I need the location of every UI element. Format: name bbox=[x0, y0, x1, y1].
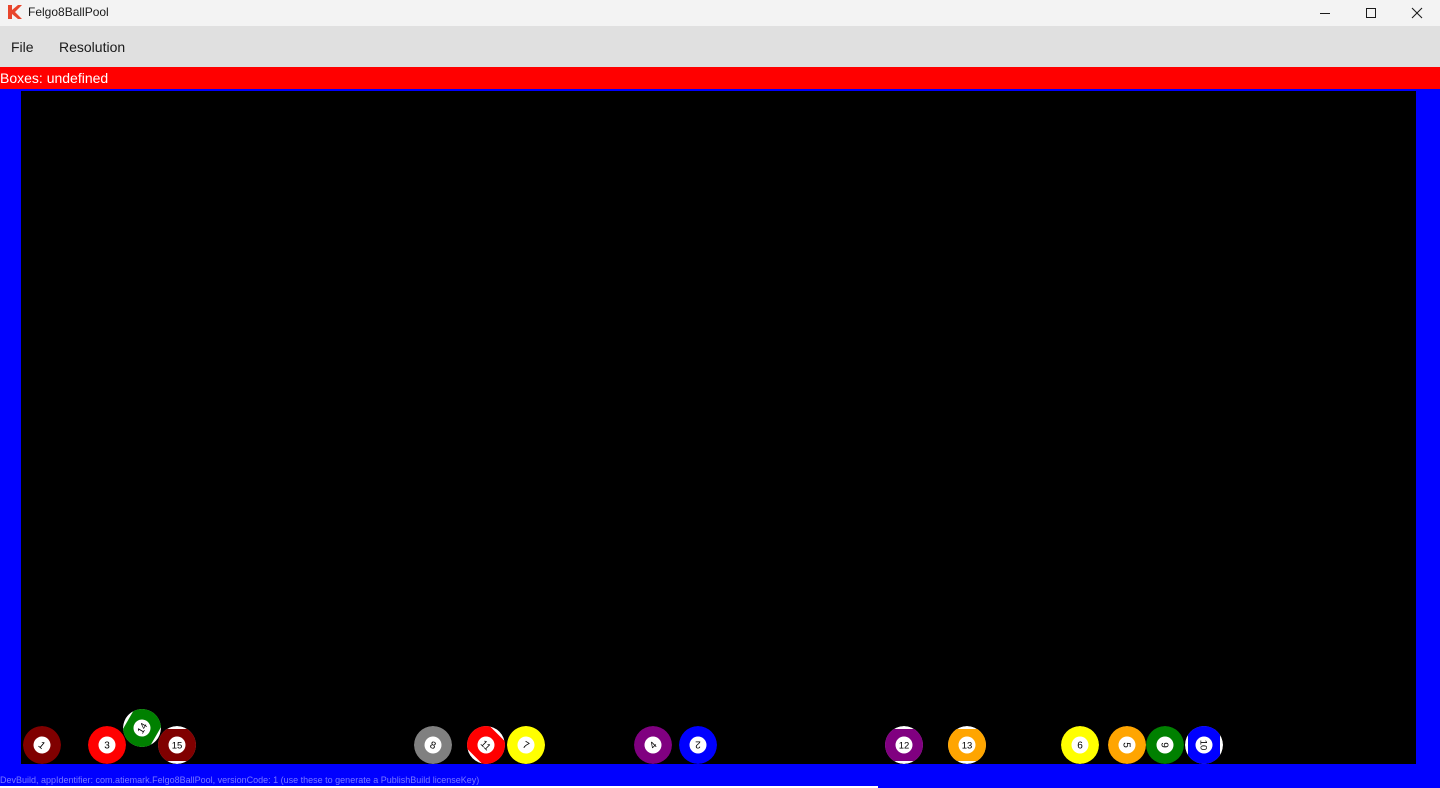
pool-ball-2[interactable]: 2 bbox=[679, 726, 717, 764]
maximize-icon bbox=[1366, 8, 1376, 18]
pool-ball-number: 2 bbox=[695, 739, 701, 750]
pool-ball-number: 6 bbox=[1077, 741, 1083, 752]
menu-resolution[interactable]: Resolution bbox=[59, 39, 125, 55]
pool-ball-5[interactable]: 5 bbox=[1108, 726, 1146, 764]
pool-ball-11[interactable]: 11 bbox=[467, 726, 505, 764]
pool-ball-number: 5 bbox=[1121, 742, 1132, 748]
pool-ball-15[interactable]: 15 bbox=[158, 726, 196, 764]
pool-ball-7[interactable]: 7 bbox=[507, 726, 545, 764]
pool-ball-number: 10 bbox=[1198, 740, 1209, 751]
pool-ball-number: 12 bbox=[899, 741, 910, 752]
pool-ball-9[interactable]: 9 bbox=[1146, 726, 1184, 764]
pool-ball-3[interactable]: 3 bbox=[88, 726, 126, 764]
pool-ball-1[interactable]: 1 bbox=[23, 726, 61, 764]
menu-bar: File Resolution bbox=[0, 26, 1440, 67]
menu-file[interactable]: File bbox=[11, 39, 34, 55]
minimize-button[interactable] bbox=[1302, 0, 1348, 26]
pool-ball-14[interactable]: 14 bbox=[123, 709, 161, 747]
pool-ball-12[interactable]: 12 bbox=[885, 726, 923, 764]
window-title: Felgo8BallPool bbox=[28, 5, 109, 19]
close-icon bbox=[1411, 7, 1423, 19]
pool-ball-10[interactable]: 10 bbox=[1185, 726, 1223, 764]
pool-ball-6[interactable]: 6 bbox=[1061, 726, 1099, 764]
pool-ball-4[interactable]: 4 bbox=[634, 726, 672, 764]
felgo-logo-icon bbox=[8, 5, 22, 19]
game-table[interactable]: 1 3 14 15 8 11 7 4 2 12 13 6 5 9 10 bbox=[21, 91, 1416, 764]
pool-ball-13[interactable]: 13 bbox=[948, 726, 986, 764]
title-bar[interactable]: Felgo8BallPool bbox=[0, 0, 1440, 26]
pool-ball-number: 3 bbox=[104, 741, 110, 752]
close-button[interactable] bbox=[1394, 0, 1440, 26]
pool-ball-8[interactable]: 8 bbox=[414, 726, 452, 764]
minimize-icon bbox=[1320, 13, 1330, 14]
status-bar: Boxes: undefined bbox=[0, 67, 1440, 89]
dev-build-footer: DevBuild, appIdentifier: com.atiemark.Fe… bbox=[0, 775, 480, 785]
pool-ball-number: 15 bbox=[172, 741, 183, 752]
pool-ball-number: 13 bbox=[962, 741, 973, 752]
pool-ball-number: 9 bbox=[1159, 742, 1170, 748]
maximize-button[interactable] bbox=[1348, 0, 1394, 26]
status-text: Boxes: undefined bbox=[0, 70, 109, 86]
app-window: Felgo8BallPool File Resolution Boxes: un… bbox=[0, 0, 1440, 788]
